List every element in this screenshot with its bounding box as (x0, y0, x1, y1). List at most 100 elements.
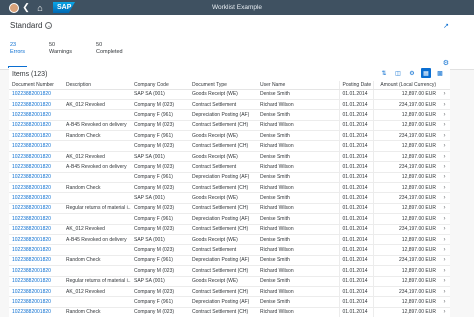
table-row[interactable]: 10223882001820 Random Check Company F (961… (9, 255, 450, 267)
pin-icon[interactable]: ⚙ (443, 59, 449, 67)
column-header[interactable]: Posting Date (338, 81, 373, 90)
column-header[interactable]: Document Number (9, 81, 63, 90)
table-row[interactable]: 10223882001820 Regular returns of materia… (9, 276, 450, 287)
table-row[interactable]: 10223882001820 Company F (961) Depreciatio… (9, 296, 450, 308)
chevron-down-icon[interactable]: ⌄ (45, 22, 53, 29)
chevron-right-icon[interactable]: › (439, 130, 450, 142)
table-row[interactable]: 10223882001820 A-B45 Revoked on delivery C… (9, 161, 450, 173)
table-row[interactable]: 10223882001820 Company F (961) Depreciatio… (9, 213, 450, 225)
chevron-right-icon[interactable]: › (439, 307, 450, 317)
column-header[interactable]: Amount (Local Currency) (372, 81, 439, 90)
chevron-right-icon[interactable]: › (439, 192, 450, 204)
table-cell[interactable]: 10223882001820 (9, 265, 63, 277)
chevron-right-icon[interactable]: › (439, 296, 450, 308)
table-row[interactable]: 10223882001820 Company M (023) Contract Se… (9, 265, 450, 277)
share-icon[interactable]: ↗ (443, 22, 449, 30)
table-row[interactable]: 10223882001820 Company M (023) Contract Se… (9, 140, 450, 152)
group-icon[interactable]: ◫ (393, 68, 403, 78)
table-cell[interactable]: 10223882001820 (9, 140, 63, 152)
sort-icon[interactable]: ⇅ (379, 68, 389, 78)
table-cell: 12,897.00 EUR (372, 140, 439, 152)
table-row[interactable]: 10223882001820 AK_012 Revoked Company M (0… (9, 224, 450, 235)
table-cell: 01.01.2014 (338, 89, 373, 100)
table-cell: Random Check (63, 130, 131, 142)
chevron-right-icon[interactable]: › (439, 120, 450, 132)
table-cell[interactable]: 10223882001820 (9, 130, 63, 142)
table-cell[interactable]: 10223882001820 (9, 244, 63, 256)
chevron-right-icon[interactable]: › (439, 203, 450, 215)
table-cell[interactable]: 10223882001820 (9, 172, 63, 184)
chevron-right-icon[interactable]: › (439, 172, 450, 184)
table-cell[interactable]: 10223882001820 (9, 224, 63, 235)
home-icon[interactable]: ⌂ (33, 0, 47, 15)
table-cell: 12,897.00 EUR (372, 182, 439, 194)
variant-selector[interactable]: Standard ⌄ (10, 21, 53, 30)
tab-errors[interactable]: 23 Errors (8, 42, 27, 68)
table-cell: 12,897.00 EUR (372, 203, 439, 215)
table-row[interactable]: 10223882001820 AK_012 Revoked SAP SA (001)… (9, 151, 450, 163)
table-row[interactable]: 10223882001820 AK_012 Revoked Company M (0… (9, 286, 450, 298)
chevron-right-icon[interactable]: › (439, 276, 450, 287)
chevron-right-icon[interactable]: › (439, 244, 450, 256)
table-cell[interactable]: 10223882001820 (9, 161, 63, 173)
table-cell[interactable]: 10223882001820 (9, 276, 63, 287)
chevron-right-icon[interactable]: › (439, 286, 450, 298)
table-row[interactable]: 10223882001820 Random Check Company F (961… (9, 130, 450, 142)
chevron-right-icon[interactable]: › (439, 224, 450, 235)
table-cell[interactable]: 10223882001820 (9, 151, 63, 163)
table-cell: 01.01.2014 (338, 224, 373, 235)
table-cell: Company M (023) (131, 244, 189, 256)
chevron-right-icon[interactable]: › (439, 140, 450, 152)
table-row[interactable]: 10223882001820 SAP SA (001) Goods Receipt … (9, 89, 450, 100)
table-row[interactable]: 10223882001820 Company F (961) Depreciatio… (9, 172, 450, 184)
column-header[interactable]: Description (63, 81, 131, 90)
chevron-right-icon[interactable]: › (439, 182, 450, 194)
chevron-right-icon[interactable]: › (439, 265, 450, 277)
table-cell (63, 192, 131, 204)
chart-view-icon[interactable]: ▩ (435, 68, 445, 78)
table-cell[interactable]: 10223882001820 (9, 89, 63, 100)
table-cell[interactable]: 10223882001820 (9, 109, 63, 121)
table-row[interactable]: 10223882001820 Regular returns of materia… (9, 203, 450, 215)
table-cell[interactable]: 10223882001820 (9, 213, 63, 225)
column-header[interactable]: User Name (257, 81, 339, 90)
table-cell[interactable]: 10223882001820 (9, 234, 63, 246)
chevron-right-icon[interactable]: › (439, 99, 450, 111)
table-cell[interactable]: 10223882001820 (9, 307, 63, 317)
column-header[interactable]: Company Code (131, 81, 189, 90)
chevron-right-icon[interactable]: › (439, 161, 450, 173)
table-cell[interactable]: 10223882001820 (9, 296, 63, 308)
chevron-right-icon[interactable]: › (439, 255, 450, 267)
table-view-icon[interactable]: ▦ (421, 68, 431, 78)
table-cell: Contract Settlement (189, 244, 257, 256)
table-cell: Goods Receipt (WE) (189, 130, 257, 142)
table-cell[interactable]: 10223882001820 (9, 255, 63, 267)
tab-completed[interactable]: 50 Completed (96, 42, 123, 59)
table-cell[interactable]: 10223882001820 (9, 182, 63, 194)
back-icon[interactable]: ❮ (19, 0, 33, 15)
table-cell[interactable]: 10223882001820 (9, 286, 63, 298)
table-cell: 01.01.2014 (338, 140, 373, 152)
table-row[interactable]: 10223882001820 SAP SA (001) Goods Receipt … (9, 192, 450, 204)
chevron-right-icon[interactable]: › (439, 109, 450, 121)
table-row[interactable]: 10223882001820 Random Check Company M (023… (9, 182, 450, 194)
table-row[interactable]: 10223882001820 Company F (961) Depreciatio… (9, 109, 450, 121)
chevron-right-icon[interactable]: › (439, 213, 450, 225)
table-row[interactable]: 10223882001820 Company M (023) Contract Se… (9, 244, 450, 256)
table-cell[interactable]: 10223882001820 (9, 99, 63, 111)
table-row[interactable]: 10223882001820 AK_012 Revoked Company M (0… (9, 99, 450, 111)
chevron-right-icon[interactable]: › (439, 151, 450, 163)
tab-warnings[interactable]: 50 Warnings (49, 42, 72, 59)
table-row[interactable]: 10223882001820 Random Check Company M (023… (9, 307, 450, 317)
avatar[interactable] (9, 2, 19, 13)
table-cell[interactable]: 10223882001820 (9, 120, 63, 132)
table-cell[interactable]: 10223882001820 (9, 203, 63, 215)
table-cell[interactable]: 10223882001820 (9, 192, 63, 204)
column-header[interactable]: Document Type (189, 81, 257, 90)
chevron-right-icon[interactable]: › (439, 234, 450, 246)
table-row[interactable]: 10223882001820 A-B45 Revoked on delivery C… (9, 120, 450, 132)
settings-icon[interactable]: ⚙ (407, 68, 417, 78)
table-row[interactable]: 10223882001820 A-B45 Revoked on delivery S… (9, 234, 450, 246)
table-cell: 12,897.00 EUR (372, 276, 439, 287)
chevron-right-icon[interactable]: › (439, 89, 450, 100)
